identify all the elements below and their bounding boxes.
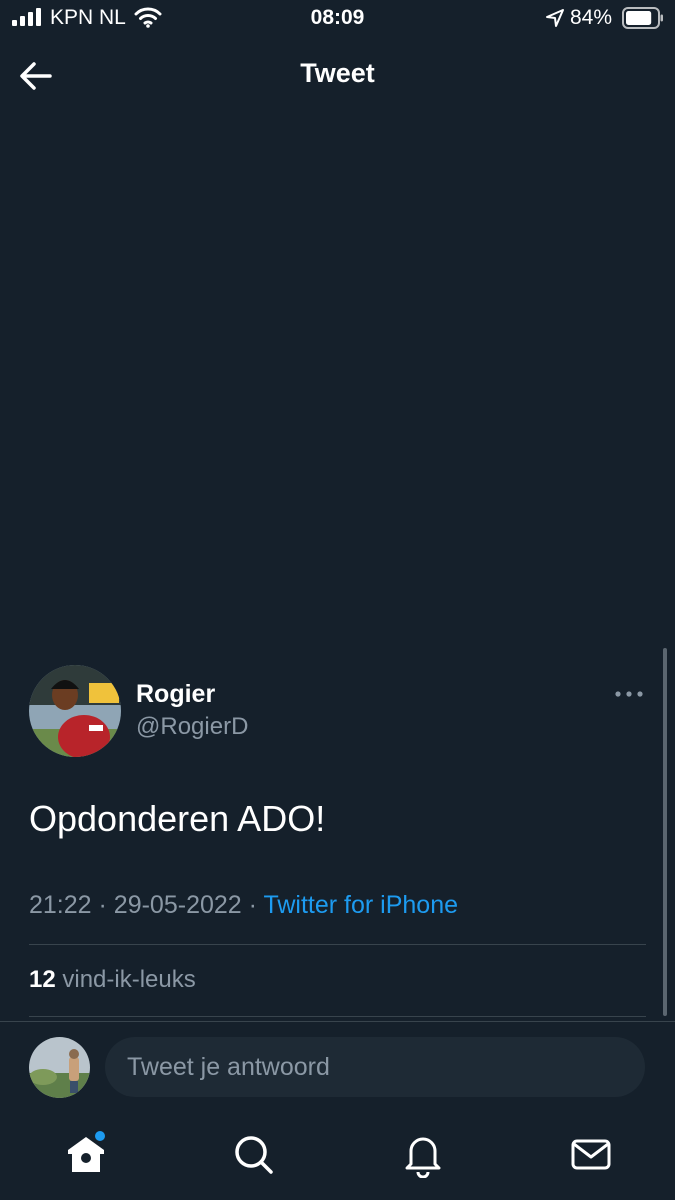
battery-percent: 84% bbox=[570, 6, 613, 29]
scrollbar[interactable] bbox=[663, 648, 667, 1016]
reply-bar-border bbox=[0, 1021, 675, 1022]
bell-icon bbox=[405, 1137, 441, 1179]
status-bar: KPN NL 08:09 84% bbox=[0, 0, 675, 40]
mail-icon bbox=[571, 1139, 611, 1170]
tweet-date: 29-05-2022 bbox=[113, 891, 242, 919]
my-avatar bbox=[29, 1037, 90, 1098]
meta-separator: · bbox=[98, 891, 107, 919]
tab-notifications[interactable] bbox=[399, 1130, 447, 1179]
tweet-source-link[interactable]: Twitter for iPhone bbox=[263, 891, 458, 919]
battery-icon bbox=[622, 7, 663, 29]
like-count: 12 bbox=[29, 966, 56, 993]
location-arrow-icon bbox=[546, 9, 564, 27]
divider bbox=[29, 944, 646, 945]
like-label: vind-ik-leuks bbox=[62, 966, 196, 993]
tweet-time: 21:22 bbox=[29, 891, 92, 919]
author-name[interactable]: Rogier bbox=[136, 680, 215, 709]
more-horizontal-icon bbox=[615, 691, 643, 697]
likes-count-link[interactable]: 12 vind-ik-leuks bbox=[29, 966, 196, 994]
author-handle: @RogierD bbox=[136, 713, 249, 740]
tweet-meta: 21:22 · 29-05-2022 · Twitter for iPhone bbox=[29, 891, 458, 920]
tweet-text: Opdonderen ADO! bbox=[29, 798, 326, 839]
tab-messages[interactable] bbox=[567, 1130, 615, 1178]
page-title: Tweet bbox=[300, 58, 375, 88]
search-icon bbox=[235, 1136, 273, 1174]
reply-input[interactable] bbox=[105, 1037, 645, 1097]
avatar-photo bbox=[29, 665, 121, 757]
my-avatar-photo bbox=[29, 1037, 90, 1098]
more-options-button[interactable] bbox=[612, 682, 646, 706]
divider bbox=[29, 1016, 646, 1017]
author-avatar[interactable] bbox=[29, 665, 121, 757]
meta-separator: · bbox=[248, 891, 257, 919]
notification-dot bbox=[95, 1131, 105, 1141]
tab-search[interactable] bbox=[229, 1130, 277, 1178]
